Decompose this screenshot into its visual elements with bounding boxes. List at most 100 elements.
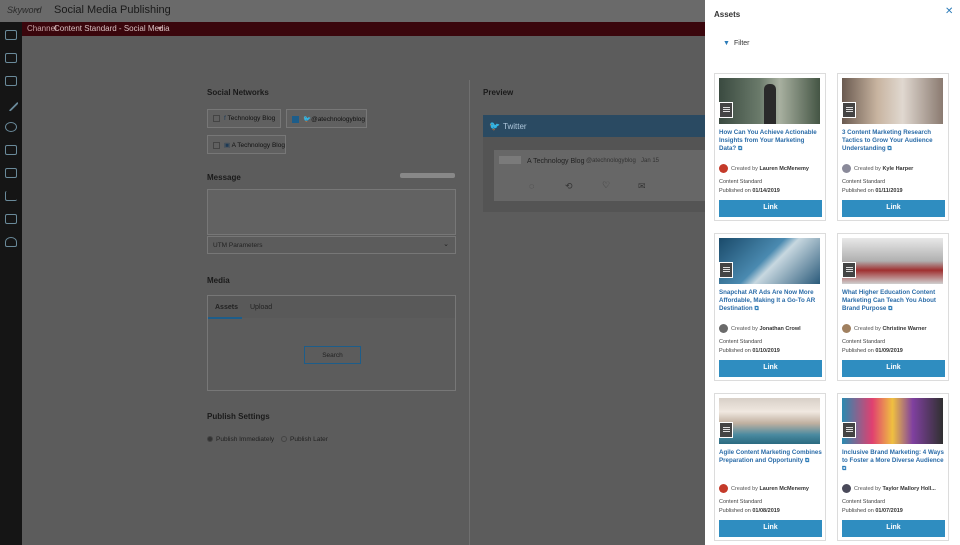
network-label: @atechnologyblog (311, 116, 366, 123)
avatar (499, 156, 521, 164)
avatar (719, 484, 728, 493)
asset-card[interactable]: 3 Content Marketing Research Tactics to … (837, 73, 949, 221)
avatar (842, 324, 851, 333)
asset-author: Created by Kyle Harper (842, 164, 950, 174)
asset-title[interactable]: What Higher Education Content Marketing … (842, 289, 946, 313)
filter-button[interactable]: ▼ Filter (723, 40, 750, 47)
article-icon (719, 262, 733, 278)
checkbox[interactable] (213, 141, 220, 149)
asset-card[interactable]: Inclusive Brand Marketing: 4 Ways to Fos… (837, 393, 949, 541)
network-facebook[interactable]: f Technology Blog (207, 109, 281, 128)
asset-title[interactable]: Agile Content Marketing Combines Prepara… (719, 449, 823, 465)
tab-assets[interactable]: Assets (215, 304, 238, 311)
asset-card[interactable]: Agile Content Marketing Combines Prepara… (714, 393, 826, 541)
asset-title[interactable]: Snapchat AR Ads Are Now More Affordable,… (719, 289, 823, 313)
twitter-icon: 🐦 (489, 121, 501, 131)
asset-card[interactable]: How Can You Achieve Actionable Insights … (714, 73, 826, 221)
option-label: Publish Immediately (216, 436, 275, 443)
retweet-icon: ⟲ (565, 181, 573, 191)
users-icon[interactable] (5, 237, 17, 247)
radio[interactable] (281, 436, 287, 443)
media-box: Assets Upload Search (207, 295, 456, 391)
asset-thumbnail (719, 238, 820, 284)
media-heading: Media (207, 276, 230, 285)
link-button[interactable]: Link (719, 360, 822, 377)
network-linkedin[interactable]: ▣ A Technology Blog (207, 135, 286, 154)
external-link-icon: ⧉ (842, 466, 847, 472)
link-button[interactable]: Link (719, 520, 822, 537)
checkbox[interactable] (213, 115, 220, 122)
publish-immediately-option[interactable]: Publish Immediately (207, 436, 274, 443)
chevron-down-icon: ⌄ (443, 241, 449, 248)
preview-heading: Preview (483, 88, 514, 97)
tweet-handle: @atechnologyblog (586, 158, 636, 164)
asset-author: Created by Lauren McMenemy (719, 484, 827, 494)
tab-upload[interactable]: Upload (250, 304, 272, 311)
asset-meta: Content Standard Published on 01/07/2019 (842, 499, 903, 514)
network-twitter[interactable]: 🐦@atechnologyblog (286, 109, 367, 128)
tweet-card: A Technology Blog @atechnologyblog Jan 1… (494, 150, 708, 201)
article-icon (842, 262, 856, 278)
publish-later-option[interactable]: Publish Later (281, 436, 328, 443)
article-icon (719, 102, 733, 118)
funnel-icon: ▼ (723, 40, 730, 47)
comments-icon[interactable] (5, 122, 17, 132)
publish-settings-heading: Publish Settings (207, 412, 270, 421)
link-button[interactable]: Link (719, 200, 822, 217)
utm-label: UTM Parameters (213, 242, 263, 249)
book-icon[interactable] (5, 53, 17, 63)
network-label: A Technology Blog (231, 142, 285, 149)
asset-title[interactable]: Inclusive Brand Marketing: 4 Ways to Fos… (842, 449, 946, 473)
analytics-icon[interactable] (5, 191, 17, 201)
avatar (719, 324, 728, 333)
gallery-icon[interactable] (5, 168, 17, 178)
external-link-icon: ⧉ (804, 458, 810, 464)
media-tabs: Assets Upload (208, 296, 455, 319)
chevron-down-icon[interactable]: ⌄ (34, 4, 41, 13)
person-figure (764, 84, 776, 124)
channel-caret-icon[interactable]: ▾ (158, 24, 162, 33)
utm-parameters-toggle[interactable]: UTM Parameters ⌄ (207, 236, 456, 254)
asset-author: Created by Lauren McMenemy (719, 164, 827, 174)
asset-author: Created by Jonathan Crowl (719, 324, 827, 334)
asset-card[interactable]: Snapchat AR Ads Are Now More Affordable,… (714, 233, 826, 381)
network-label: Technology Blog (227, 115, 276, 123)
app-title: Social Media Publishing (54, 4, 171, 16)
social-networks-heading: Social Networks (207, 88, 269, 97)
message-textarea[interactable] (207, 189, 456, 235)
article-icon (842, 102, 856, 118)
asset-meta: Content Standard Published on 01/10/2019 (719, 339, 780, 354)
pencil-icon[interactable] (3, 96, 19, 112)
link-button[interactable]: Link (842, 520, 945, 537)
external-link-icon: ⧉ (754, 306, 759, 312)
external-link-icon: ⧉ (888, 306, 893, 312)
asset-meta: Content Standard Published on 01/11/2019 (842, 179, 903, 194)
radio[interactable] (207, 436, 213, 443)
twitter-bar: 🐦 Twitter (483, 115, 708, 137)
search-button[interactable]: Search (304, 346, 361, 364)
avatar (719, 164, 728, 173)
filter-label: Filter (733, 40, 750, 47)
link-button[interactable]: Link (842, 360, 945, 377)
video-icon[interactable] (5, 214, 17, 224)
message-heading: Message (207, 173, 241, 182)
asset-title[interactable]: 3 Content Marketing Research Tactics to … (842, 129, 946, 153)
external-link-icon: ⧉ (887, 146, 892, 152)
asset-title[interactable]: How Can You Achieve Actionable Insights … (719, 129, 823, 153)
asset-card[interactable]: What Higher Education Content Marketing … (837, 233, 949, 381)
calendar-icon[interactable] (5, 76, 17, 86)
link-button[interactable]: Link (842, 200, 945, 217)
external-link-icon: ⧉ (737, 146, 743, 152)
linkedin-icon: ▣ (224, 142, 232, 149)
asset-author: Created by Taylor Mallory Holl... (842, 484, 950, 494)
dashboard-icon[interactable] (5, 30, 17, 40)
close-icon[interactable]: ✕ (945, 6, 953, 17)
channel-selector[interactable]: Content Standard - Social Media (54, 24, 170, 33)
reply-icon: ◌ (529, 181, 535, 191)
panel-title: Assets (714, 10, 741, 19)
preview-network: Twitter (503, 122, 527, 131)
document-icon[interactable] (5, 145, 17, 155)
checkbox[interactable] (292, 115, 299, 123)
asset-thumbnail (719, 398, 820, 444)
twitter-icon: 🐦 (303, 116, 312, 123)
